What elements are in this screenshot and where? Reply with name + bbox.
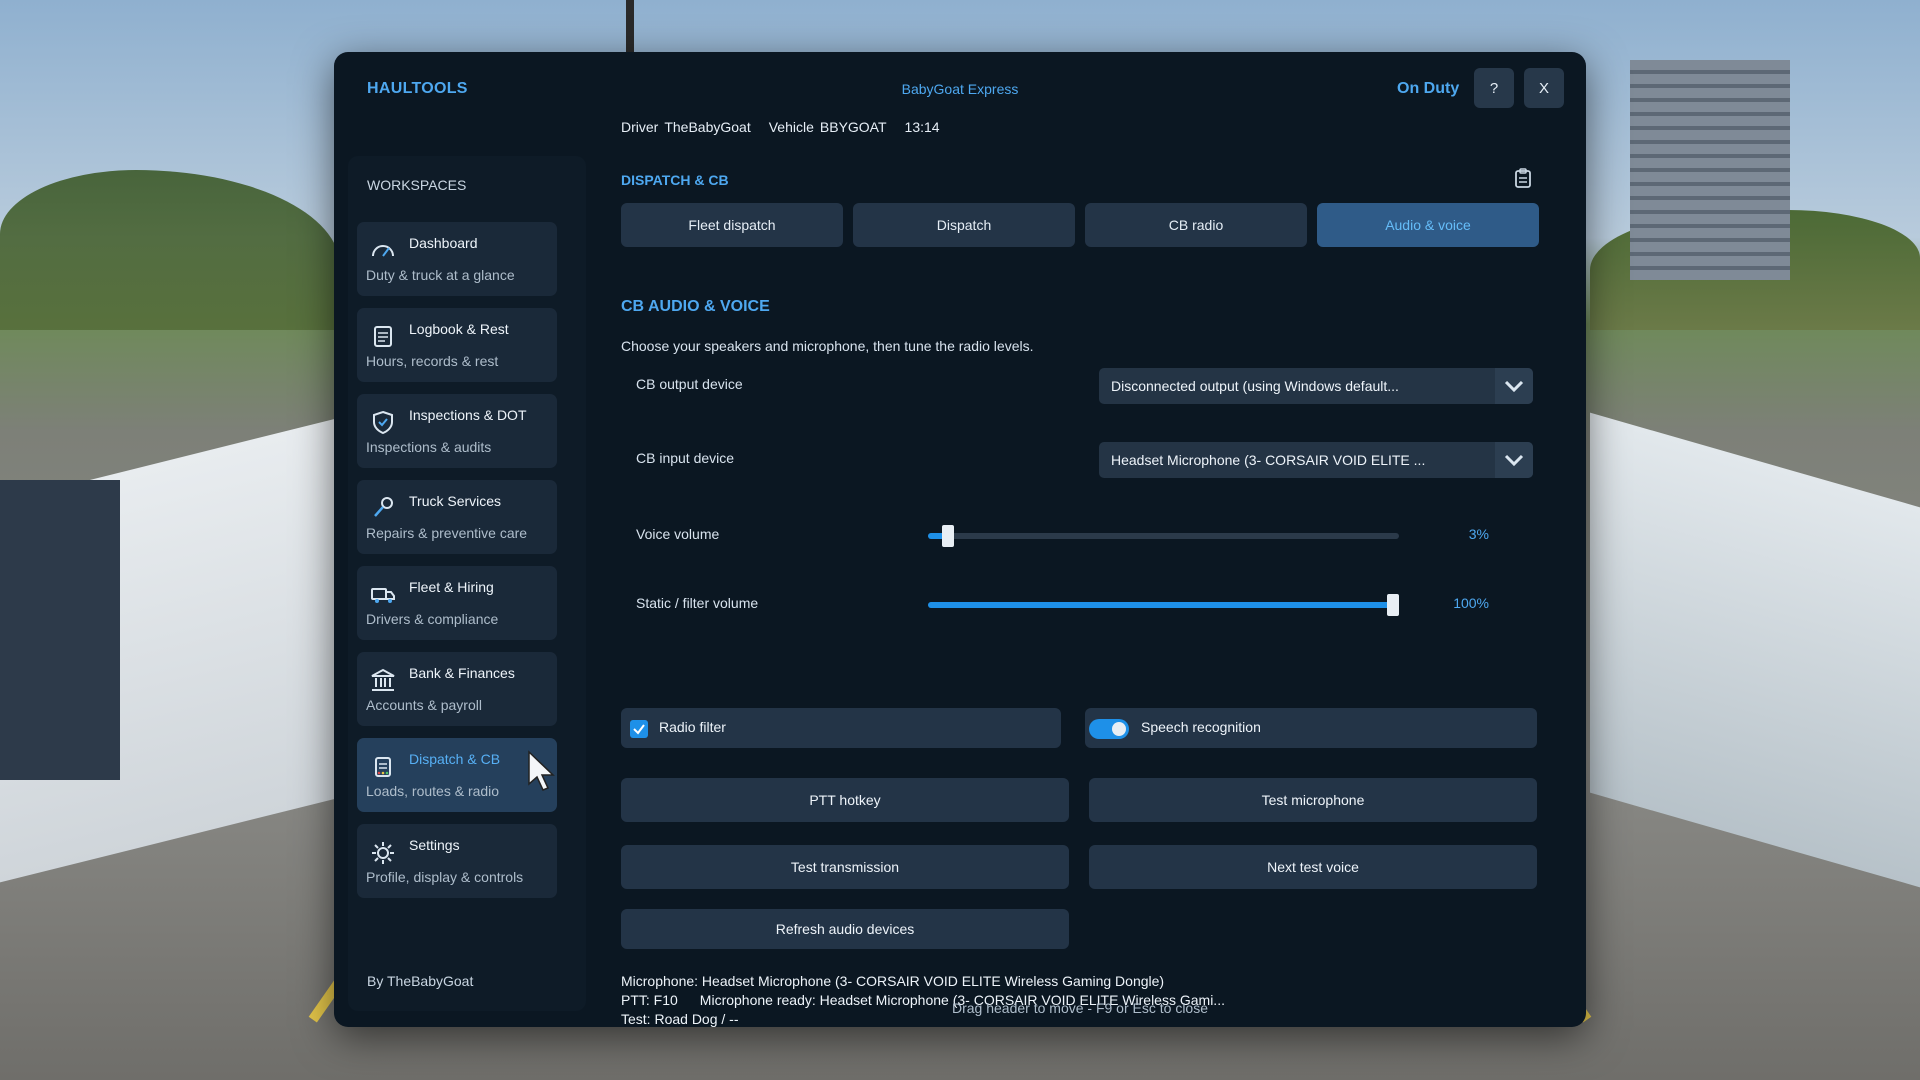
- background-trees-left: [0, 170, 340, 330]
- help-button[interactable]: ?: [1474, 68, 1514, 108]
- mouse-cursor-icon: [528, 750, 555, 791]
- section-description: Choose your speakers and microphone, the…: [621, 338, 1034, 354]
- gauge-icon: [369, 236, 397, 264]
- vehicle-value: BBYGOAT: [819, 119, 887, 135]
- radio-filter-checkbox[interactable]: [630, 720, 648, 738]
- clock-time: 13:14: [904, 119, 940, 135]
- sidebar-item-subtitle: Inspections & audits: [366, 439, 492, 455]
- test-transmission-button[interactable]: Test transmission: [621, 845, 1069, 889]
- section-label: DISPATCH & CB: [621, 172, 729, 188]
- voice-volume-thumb[interactable]: [942, 525, 954, 547]
- sidebar-item-settings[interactable]: Settings Profile, display & controls: [357, 824, 557, 898]
- driver-key: Driver: [621, 119, 659, 135]
- static-volume-fill: [928, 602, 1399, 608]
- sidebar: WORKSPACES Dashboard Duty & truck at a g…: [348, 156, 586, 1011]
- sidebar-item-label: Dashboard: [409, 235, 478, 251]
- sidebar-item-subtitle: Loads, routes & radio: [366, 783, 500, 799]
- next-test-voice-button[interactable]: Next test voice: [1089, 845, 1537, 889]
- footer-hint: Drag header to move - F9 or Esc to close: [952, 1000, 1208, 1016]
- input-device-select[interactable]: Headset Microphone (3- CORSAIR VOID ELIT…: [1099, 442, 1533, 478]
- static-volume-label: Static / filter volume: [636, 595, 759, 611]
- logbook-icon: [369, 322, 397, 350]
- haultools-window: HAULTOOLS BabyGoat Express On Duty ? X D…: [334, 52, 1586, 1027]
- tab-audio-voice[interactable]: Audio & voice: [1317, 203, 1539, 247]
- radio-filter-toggle[interactable]: Radio filter: [621, 708, 1061, 748]
- refresh-audio-devices-button[interactable]: Refresh audio devices: [621, 909, 1069, 949]
- sidebar-item-subtitle: Repairs & preventive care: [366, 525, 528, 541]
- radio-filter-label: Radio filter: [659, 719, 726, 735]
- clipboard-icon: [369, 752, 397, 780]
- voice-volume-label: Voice volume: [636, 526, 720, 542]
- driver-info-row: Driver TheBabyGoat Vehicle BBYGOAT 13:14: [621, 119, 940, 135]
- background-truck-cab: [0, 480, 120, 780]
- speech-recognition-label: Speech recognition: [1141, 719, 1261, 735]
- sidebar-item-subtitle: Duty & truck at a glance: [366, 267, 515, 283]
- sidebar-item-dashboard[interactable]: Dashboard Duty & truck at a glance: [357, 222, 557, 296]
- background-pole: [626, 0, 634, 60]
- shield-check-icon: [369, 408, 397, 436]
- ptt-hotkey-button[interactable]: PTT hotkey: [621, 778, 1069, 822]
- tab-cb-radio[interactable]: CB radio: [1085, 203, 1307, 247]
- tab-dispatch[interactable]: Dispatch: [853, 203, 1075, 247]
- window-header[interactable]: HAULTOOLS BabyGoat Express On Duty ? X D…: [334, 52, 1586, 152]
- sidebar-item-label: Bank & Finances: [409, 665, 515, 681]
- background-building: [1630, 60, 1790, 280]
- voice-volume-slider[interactable]: [928, 525, 1399, 547]
- output-device-select[interactable]: Disconnected output (using Windows defau…: [1099, 368, 1533, 404]
- output-device-label: CB output device: [636, 376, 743, 392]
- bank-icon: [369, 666, 397, 694]
- static-volume-thumb[interactable]: [1387, 594, 1399, 616]
- sidebar-item-inspections[interactable]: Inspections & DOT Inspections & audits: [357, 394, 557, 468]
- sidebar-item-bank[interactable]: Bank & Finances Accounts & payroll: [357, 652, 557, 726]
- test-microphone-button[interactable]: Test microphone: [1089, 778, 1537, 822]
- sidebar-item-label: Truck Services: [409, 493, 502, 509]
- static-volume-percent: 100%: [1453, 595, 1489, 611]
- gear-icon: [369, 838, 397, 866]
- section-heading: CB AUDIO & VOICE: [621, 298, 770, 315]
- status-microphone: Microphone: Headset Microphone (3- CORSA…: [621, 973, 1165, 989]
- voice-volume-percent: 3%: [1468, 526, 1489, 542]
- clipboard-icon[interactable]: [1511, 166, 1535, 190]
- sidebar-item-logbook[interactable]: Logbook & Rest Hours, records & rest: [357, 308, 557, 382]
- sidebar-item-fleet[interactable]: Fleet & Hiring Drivers & compliance: [357, 566, 557, 640]
- wrench-icon: [369, 494, 397, 522]
- truck-icon: [369, 580, 397, 608]
- speech-recognition-switch[interactable]: [1089, 719, 1129, 739]
- sidebar-item-subtitle: Hours, records & rest: [366, 353, 499, 369]
- tab-bar: Fleet dispatch Dispatch CB radio Audio &…: [621, 203, 1539, 247]
- output-device-value: Disconnected output (using Windows defau…: [1111, 378, 1399, 394]
- sidebar-item-truck-services[interactable]: Truck Services Repairs & preventive care: [357, 480, 557, 554]
- driver-value: TheBabyGoat: [664, 119, 751, 135]
- tab-fleet-dispatch[interactable]: Fleet dispatch: [621, 203, 843, 247]
- speech-recognition-toggle[interactable]: Speech recognition: [1085, 708, 1537, 748]
- vehicle-key: Vehicle: [768, 119, 814, 135]
- chevron-down-icon[interactable]: [1495, 368, 1533, 404]
- input-device-value: Headset Microphone (3- CORSAIR VOID ELIT…: [1111, 452, 1426, 468]
- sidebar-item-label: Inspections & DOT: [409, 407, 527, 423]
- sidebar-item-subtitle: Profile, display & controls: [366, 869, 524, 885]
- sidebar-item-label: Dispatch & CB: [409, 751, 501, 767]
- duty-status[interactable]: On Duty: [1397, 80, 1459, 98]
- sidebar-item-subtitle: Drivers & compliance: [366, 611, 499, 627]
- sidebar-title: WORKSPACES: [367, 177, 467, 193]
- sidebar-item-label: Settings: [409, 837, 460, 853]
- close-button[interactable]: X: [1524, 68, 1564, 108]
- switch-knob: [1112, 722, 1126, 736]
- sidebar-item-label: Fleet & Hiring: [409, 579, 494, 595]
- sidebar-item-subtitle: Accounts & payroll: [366, 697, 482, 713]
- chevron-down-icon[interactable]: [1495, 442, 1533, 478]
- static-volume-slider[interactable]: [928, 594, 1399, 616]
- sidebar-item-label: Logbook & Rest: [409, 321, 509, 337]
- input-device-label: CB input device: [636, 450, 735, 466]
- background-trailer-right: [1590, 412, 1920, 888]
- author-byline: By TheBabyGoat: [367, 973, 474, 989]
